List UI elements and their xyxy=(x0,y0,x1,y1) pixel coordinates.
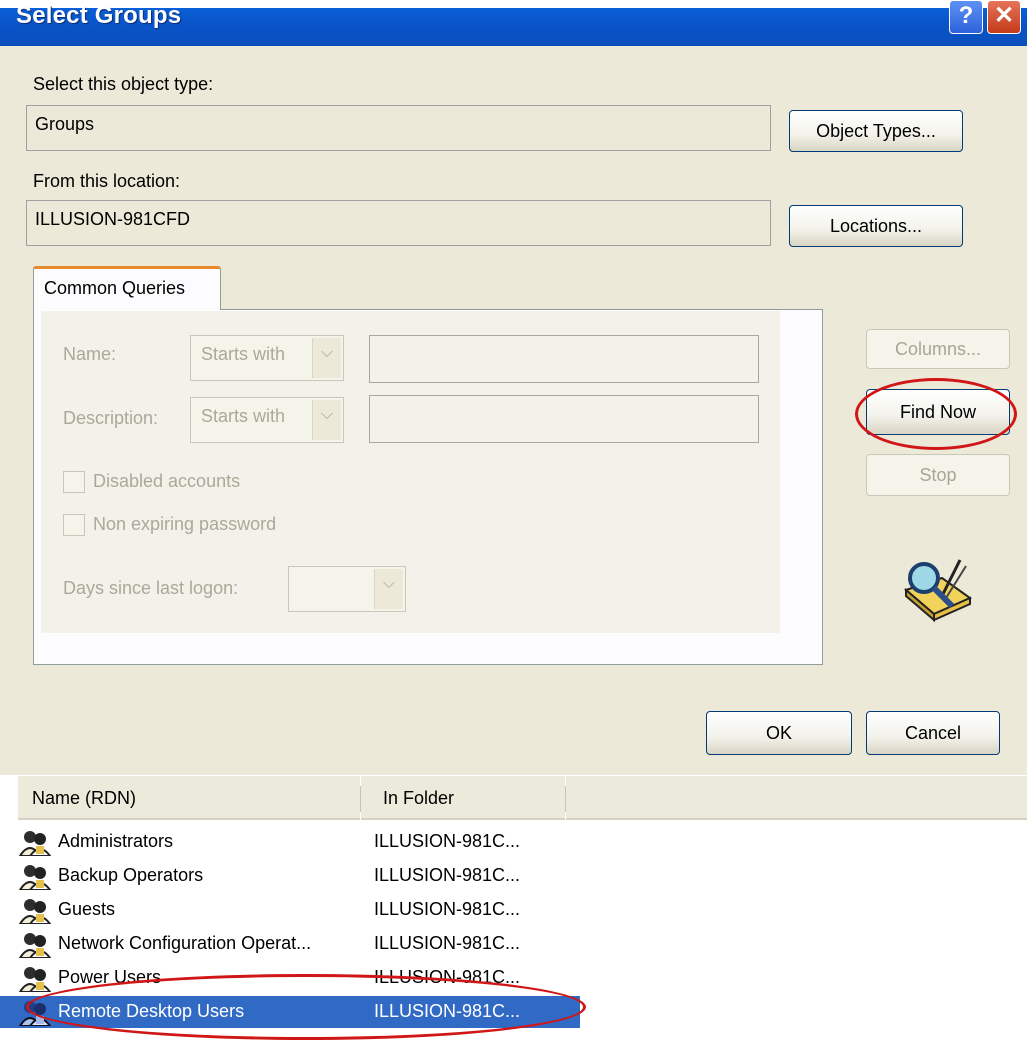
annotation-circle-remote-desktop-users xyxy=(26,974,586,1040)
chevron-down-icon[interactable]: ⌵ xyxy=(312,400,341,440)
column-header-filler xyxy=(566,776,1027,820)
table-row[interactable]: Guests ILLUSION-981C... xyxy=(0,894,580,926)
row-folder: ILLUSION-981C... xyxy=(374,865,521,885)
location-field: ILLUSION-981CFD xyxy=(26,200,771,246)
table-row[interactable]: Network Configuration Operat... ILLUSION… xyxy=(0,928,580,960)
days-since-logon-combo[interactable]: ⌵ xyxy=(288,566,406,612)
name-match-value: Starts with xyxy=(201,344,286,364)
row-folder: ILLUSION-981C... xyxy=(374,831,521,851)
columns-button[interactable]: Columns... xyxy=(866,329,1010,369)
chevron-down-icon[interactable]: ⌵ xyxy=(374,569,403,609)
row-name: Network Configuration Operat... xyxy=(58,933,312,953)
non-expiring-label: Non expiring password xyxy=(93,514,277,534)
name-label: Name: xyxy=(63,344,117,364)
row-name: Administrators xyxy=(58,831,174,851)
description-label: Description: xyxy=(63,408,159,428)
cancel-button[interactable]: Cancel xyxy=(866,711,1000,755)
annotation-circle-find-now xyxy=(855,378,1017,450)
non-expiring-checkbox[interactable] xyxy=(63,514,85,536)
group-icon xyxy=(18,828,52,857)
location-label: From this location: xyxy=(33,171,181,191)
object-type-label: Select this object type: xyxy=(33,74,214,94)
description-match-combo[interactable]: Starts with ⌵ xyxy=(190,397,344,443)
help-button[interactable]: ? xyxy=(949,0,983,34)
column-header-folder[interactable]: In Folder xyxy=(361,776,565,820)
name-match-combo[interactable]: Starts with ⌵ xyxy=(190,335,344,381)
group-icon xyxy=(18,930,52,959)
group-icon xyxy=(18,896,52,925)
search-magnifier-icon xyxy=(896,548,976,628)
group-icon xyxy=(18,964,52,993)
locations-button[interactable]: Locations... xyxy=(789,205,963,247)
row-name: Guests xyxy=(58,899,116,919)
disabled-accounts-label: Disabled accounts xyxy=(93,471,241,491)
title-bar: Select Groups ? ✕ xyxy=(0,0,1027,46)
object-types-button[interactable]: Object Types... xyxy=(789,110,963,152)
description-match-value: Starts with xyxy=(201,406,286,426)
disabled-accounts-checkbox[interactable] xyxy=(63,471,85,493)
row-folder: ILLUSION-981C... xyxy=(374,933,521,953)
days-since-logon-label: Days since last logon: xyxy=(63,578,239,598)
column-header-name[interactable]: Name (RDN) xyxy=(18,776,360,820)
group-icon xyxy=(18,862,52,891)
description-input[interactable] xyxy=(369,395,759,443)
chevron-down-icon[interactable]: ⌵ xyxy=(312,338,341,378)
stop-button[interactable]: Stop xyxy=(866,454,1010,496)
row-name: Backup Operators xyxy=(58,865,204,885)
window-title: Select Groups xyxy=(16,2,182,29)
name-input[interactable] xyxy=(369,335,759,383)
row-folder: ILLUSION-981C... xyxy=(374,899,521,919)
close-button[interactable]: ✕ xyxy=(987,0,1021,34)
object-type-field: Groups xyxy=(26,105,771,151)
tab-common-queries[interactable]: Common Queries xyxy=(33,266,221,310)
results-list[interactable]: Name (RDN) In Folder Administrators ILLU… xyxy=(0,775,1027,1040)
table-row[interactable]: Backup Operators ILLUSION-981C... xyxy=(0,860,580,892)
ok-button[interactable]: OK xyxy=(706,711,852,755)
table-row[interactable]: Administrators ILLUSION-981C... xyxy=(0,826,580,858)
